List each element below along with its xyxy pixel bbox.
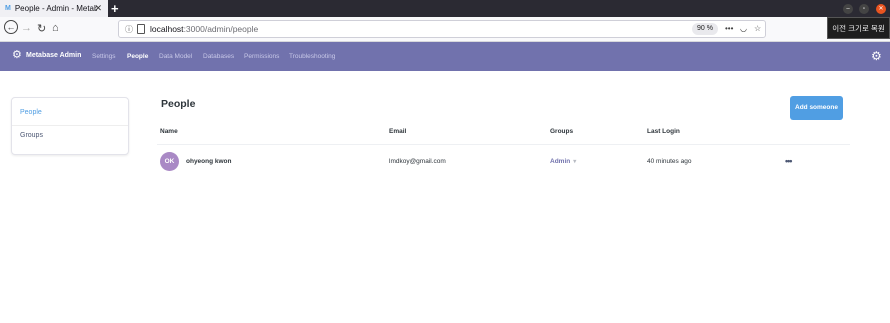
page-actions-icon[interactable]: ••• (725, 24, 733, 33)
home-icon[interactable]: ⌂ (52, 22, 59, 34)
avatar: OK (160, 152, 179, 171)
url-bar[interactable]: ⓘ localhost:3000/admin/people 90 % ••• ◡… (118, 20, 766, 38)
user-name: ohyeong kwon (186, 158, 232, 165)
maximize-icon[interactable]: ▫ (859, 4, 869, 14)
new-tab-icon[interactable]: + (111, 1, 119, 16)
browser-nav-bar: ← → ↻ ⌂ ⓘ localhost:3000/admin/people 90… (0, 17, 890, 42)
sidebar-item-groups[interactable]: Groups (12, 123, 128, 149)
zoom-level[interactable]: 90 % (692, 23, 718, 35)
nav-troubleshooting[interactable]: Troubleshooting (289, 53, 335, 60)
gear-icon[interactable]: ⚙ (871, 50, 882, 62)
table-divider (157, 144, 850, 145)
group-select[interactable]: Admin ▾ (550, 158, 576, 165)
minimize-icon[interactable]: – (843, 4, 853, 14)
chevron-down-icon: ▾ (573, 159, 577, 165)
metabase-favicon-icon: M (5, 5, 11, 12)
user-email: lmdkoy@gmail.com (389, 158, 446, 165)
browser-tab[interactable]: M People - Admin - Metaba ✕ (0, 0, 108, 17)
forward-icon[interactable]: → (21, 22, 32, 34)
nav-permissions[interactable]: Permissions (244, 53, 279, 60)
column-header-last-login: Last Login (647, 128, 680, 135)
page-title: People (161, 98, 196, 110)
page-lock-icon (137, 24, 145, 34)
admin-header: ⚙ Metabase Admin Settings People Data Mo… (0, 42, 890, 71)
bookmark-star-icon[interactable]: ☆ (754, 24, 761, 33)
last-login: 40 minutes ago (647, 158, 692, 165)
people-sidebar: People Groups (11, 97, 129, 155)
metabase-logo-icon[interactable]: ⚙ (12, 50, 23, 61)
nav-people[interactable]: People (127, 53, 148, 60)
tab-title: People - Admin - Metaba (14, 4, 97, 13)
restore-size-tooltip: 이전 크기로 복원 (827, 17, 890, 39)
column-header-email: Email (389, 128, 407, 135)
pocket-icon[interactable]: ◡ (740, 24, 747, 33)
close-window-icon[interactable]: ✕ (876, 4, 886, 14)
add-someone-button[interactable]: Add someone (790, 96, 843, 120)
column-header-groups: Groups (550, 128, 574, 135)
nav-settings[interactable]: Settings (92, 53, 116, 60)
back-icon[interactable]: ← (4, 20, 18, 34)
reload-icon[interactable]: ↻ (37, 22, 46, 35)
url-text[interactable]: localhost:3000/admin/people (150, 24, 258, 34)
browser-tab-bar: M People - Admin - Metaba ✕ + – ▫ ✕ (0, 0, 890, 17)
close-tab-icon[interactable]: ✕ (94, 3, 102, 14)
column-header-name: Name (160, 128, 178, 135)
group-label: Admin (550, 158, 571, 165)
nav-databases[interactable]: Databases (203, 53, 234, 60)
more-options-icon[interactable]: ••• (785, 156, 793, 166)
admin-brand: Metabase Admin (26, 52, 82, 59)
nav-data-model[interactable]: Data Model (159, 53, 192, 60)
page-info-icon[interactable]: ⓘ (125, 24, 133, 35)
